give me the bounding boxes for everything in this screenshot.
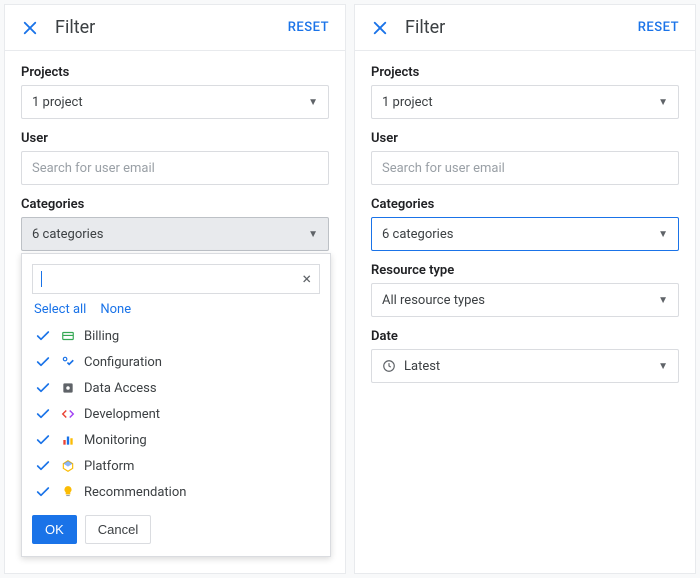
projects-value: 1 project: [382, 95, 433, 110]
check-icon: [34, 406, 52, 422]
user-label: User: [371, 131, 679, 146]
dropdown-search-input[interactable]: ×: [32, 264, 320, 294]
user-placeholder: Search for user email: [382, 161, 505, 176]
panel-title: Filter: [55, 17, 288, 38]
check-icon: [34, 432, 52, 448]
data-icon: [60, 380, 76, 396]
chevron-down-icon: ▼: [658, 97, 668, 108]
projects-value: 1 project: [32, 95, 83, 110]
user-placeholder: Search for user email: [32, 161, 155, 176]
resource-type-field: Resource type All resource types ▼: [371, 263, 679, 317]
date-label: Date: [371, 329, 679, 344]
categories-dropdown: × Select all None Billing Configuration Da…: [21, 253, 331, 557]
chevron-down-icon: ▼: [308, 97, 318, 108]
chevron-down-icon: ▼: [308, 229, 318, 240]
reset-button[interactable]: RESET: [638, 20, 679, 35]
resource-type-select[interactable]: All resource types ▼: [371, 283, 679, 317]
category-option-label: Development: [84, 407, 160, 422]
category-option-label: Monitoring: [84, 433, 147, 448]
categories-select[interactable]: 6 categories ▼: [371, 217, 679, 251]
user-label: User: [21, 131, 329, 146]
filter-panel-right: Filter RESET Projects 1 project ▼ User S…: [354, 4, 696, 574]
billing-icon: [60, 328, 76, 344]
panel-title: Filter: [405, 17, 638, 38]
category-option[interactable]: Configuration: [32, 349, 320, 375]
user-field: User Search for user email: [21, 131, 329, 185]
category-option[interactable]: Monitoring: [32, 427, 320, 453]
chevron-down-icon: ▼: [658, 229, 668, 240]
resource-type-value: All resource types: [382, 293, 485, 308]
text-cursor: [41, 271, 42, 287]
user-field: User Search for user email: [371, 131, 679, 185]
panel-header: Filter RESET: [5, 5, 345, 51]
config-icon: [60, 354, 76, 370]
panel-body: Projects 1 project ▼ User Search for use…: [355, 51, 695, 397]
projects-field: Projects 1 project ▼: [371, 65, 679, 119]
resource-type-label: Resource type: [371, 263, 679, 278]
close-icon[interactable]: [21, 19, 39, 37]
categories-field: Categories 6 categories ▼: [371, 197, 679, 251]
categories-label: Categories: [21, 197, 329, 212]
panel-header: Filter RESET: [355, 5, 695, 51]
categories-value: 6 categories: [382, 227, 453, 242]
check-icon: [34, 354, 52, 370]
chevron-down-icon: ▼: [658, 361, 668, 372]
monitor-icon: [60, 432, 76, 448]
user-input[interactable]: Search for user email: [371, 151, 679, 185]
category-option[interactable]: Billing: [32, 323, 320, 349]
category-option[interactable]: Recommendation: [32, 479, 320, 505]
close-icon[interactable]: [371, 19, 389, 37]
clock-icon: [382, 359, 396, 373]
projects-label: Projects: [371, 65, 679, 80]
category-option-label: Billing: [84, 329, 119, 344]
check-icon: [34, 380, 52, 396]
categories-field: Categories 6 categories ▼ × Select all N…: [21, 197, 329, 251]
chevron-down-icon: ▼: [658, 295, 668, 306]
cancel-button[interactable]: Cancel: [85, 515, 151, 544]
recommend-icon: [60, 484, 76, 500]
categories-label: Categories: [371, 197, 679, 212]
check-icon: [34, 328, 52, 344]
dropdown-actions: OK Cancel: [32, 515, 320, 544]
ok-button[interactable]: OK: [32, 515, 77, 544]
select-none-link[interactable]: None: [100, 302, 131, 317]
category-option[interactable]: Platform: [32, 453, 320, 479]
category-option-label: Configuration: [84, 355, 162, 370]
projects-field: Projects 1 project ▼: [21, 65, 329, 119]
date-select[interactable]: Latest ▼: [371, 349, 679, 383]
dropdown-bulk-actions: Select all None: [34, 302, 320, 317]
category-option[interactable]: Development: [32, 401, 320, 427]
categories-select[interactable]: 6 categories ▼: [21, 217, 329, 251]
dropdown-list: Billing Configuration Data Access Developme…: [32, 323, 320, 505]
category-option-label: Data Access: [84, 381, 157, 396]
date-field: Date Latest ▼: [371, 329, 679, 383]
reset-button[interactable]: RESET: [288, 20, 329, 35]
check-icon: [34, 458, 52, 474]
date-value: Latest: [404, 359, 440, 374]
panel-body: Projects 1 project ▼ User Search for use…: [5, 51, 345, 265]
projects-select[interactable]: 1 project ▼: [21, 85, 329, 119]
user-input[interactable]: Search for user email: [21, 151, 329, 185]
category-option-label: Platform: [84, 459, 134, 474]
projects-label: Projects: [21, 65, 329, 80]
filter-panel-left: Filter RESET Projects 1 project ▼ User S…: [4, 4, 346, 574]
check-icon: [34, 484, 52, 500]
category-option-label: Recommendation: [84, 485, 186, 500]
projects-select[interactable]: 1 project ▼: [371, 85, 679, 119]
select-all-link[interactable]: Select all: [34, 302, 86, 317]
categories-value: 6 categories: [32, 227, 103, 242]
platform-icon: [60, 458, 76, 474]
dev-icon: [60, 406, 76, 422]
category-option[interactable]: Data Access: [32, 375, 320, 401]
clear-icon[interactable]: ×: [302, 271, 311, 287]
